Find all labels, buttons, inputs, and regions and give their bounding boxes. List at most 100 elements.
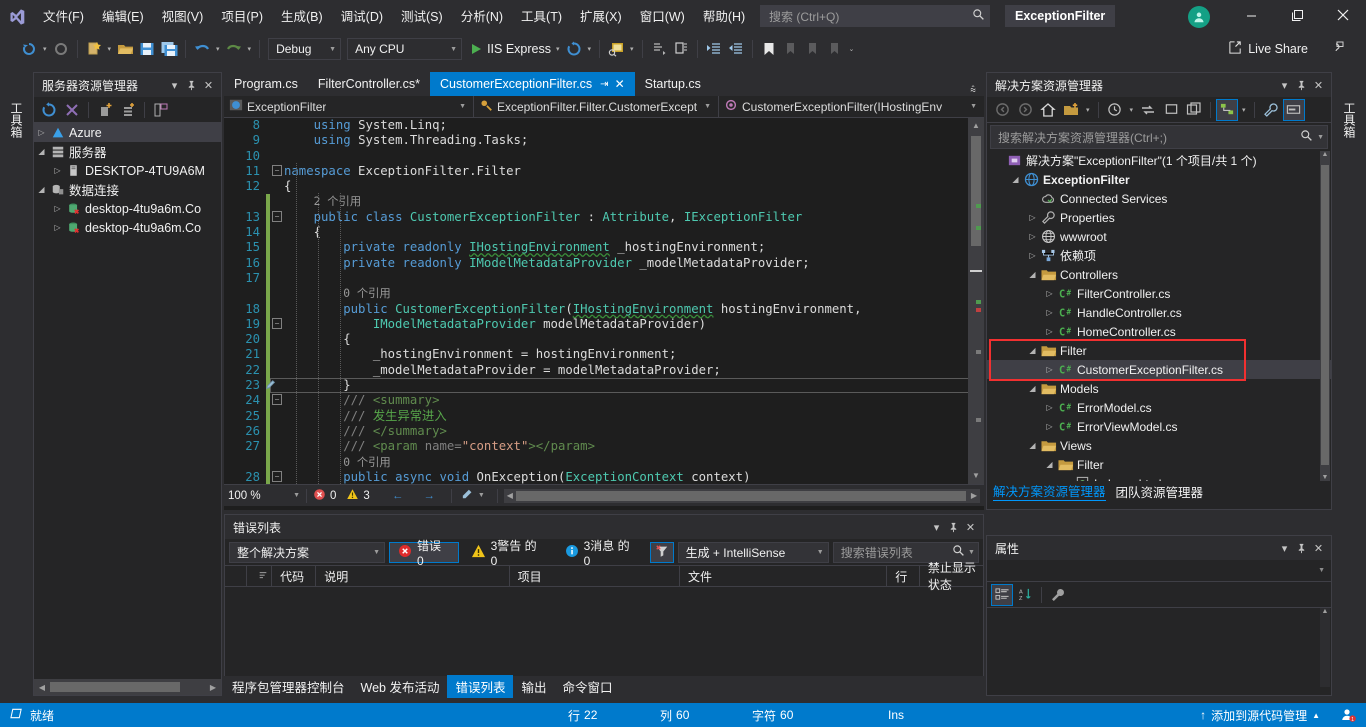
tree-item[interactable]: Connected Services <box>987 189 1331 208</box>
code-lines[interactable]: 8 using System.Linq; 9 using System.Threa… <box>224 118 984 484</box>
code-text[interactable]: { <box>284 332 984 347</box>
chevron-down-icon[interactable]: ▾ <box>1127 106 1137 114</box>
toolbox-vertical-tab[interactable]: 工具箱 <box>0 72 33 168</box>
tree-item-azure[interactable]: ▷ Azure <box>34 123 221 142</box>
scroll-left-icon[interactable]: ◀ <box>504 491 516 500</box>
editor-hscrollbar[interactable]: ◀ ▶ <box>503 488 980 503</box>
code-text[interactable]: public class CustomerExceptionFilter : A… <box>284 210 984 225</box>
tree-item-db-2[interactable]: ▷ desktop-4tu9a6m.Co <box>34 218 221 237</box>
toolbox-vertical-tab-right[interactable]: 工具箱 <box>1333 72 1366 168</box>
code-text[interactable]: /// <param name="context"></param> <box>284 439 984 454</box>
pin-icon[interactable]: ⇥ <box>600 79 608 90</box>
start-debugging-play-icon[interactable] <box>465 37 487 61</box>
tree-item[interactable]: ▷ C # HomeController.cs <box>987 322 1331 341</box>
live-preview-dropdown-icon[interactable]: ▾ <box>627 45 637 53</box>
categorized-icon[interactable] <box>991 583 1013 606</box>
code-line[interactable]: 22 _modelMetadataProvider = modelMetadat… <box>224 362 984 379</box>
show-all-files-icon[interactable] <box>1060 99 1082 121</box>
menu-item-debug[interactable]: 调试(D) <box>332 5 392 29</box>
solution-tree-vscrollbar[interactable]: ▲ ▼ <box>1320 151 1330 481</box>
tree-item[interactable]: 解决方案"ExceptionFilter"(1 个项目/共 1 个) <box>987 151 1331 170</box>
close-icon[interactable]: ✕ <box>1310 540 1327 557</box>
properties-icon[interactable] <box>150 99 172 121</box>
close-icon[interactable]: ✕ <box>1310 77 1327 94</box>
chevron-down-icon[interactable]: ▼ <box>478 492 491 499</box>
code-text[interactable]: public CustomerExceptionFilter(IHostingE… <box>284 302 984 317</box>
menu-item-file[interactable]: 文件(F) <box>34 5 93 29</box>
navigate-forward-icon[interactable]: → <box>413 490 445 502</box>
fold-toggle-icon[interactable]: − <box>270 164 284 179</box>
code-text[interactable]: private readonly IHostingEnvironment _ho… <box>284 240 984 255</box>
save-all-icon[interactable] <box>158 37 180 61</box>
redo-icon[interactable] <box>223 37 245 61</box>
editor-tab-startup-cs[interactable]: Startup.cs <box>635 72 711 96</box>
scroll-up-icon[interactable]: ▲ <box>1321 151 1329 158</box>
chevron-down-icon[interactable]: ▾ <box>1083 106 1093 114</box>
code-line[interactable]: 16 private readonly IModelMetadataProvid… <box>224 255 984 271</box>
pending-changes-icon[interactable] <box>1104 99 1126 121</box>
menu-item-tools[interactable]: 工具(T) <box>512 5 571 29</box>
back-icon[interactable] <box>991 99 1013 121</box>
scroll-up-icon[interactable]: ▲ <box>968 118 984 134</box>
editor-vscrollbar[interactable]: ▲ ▼ <box>968 118 984 484</box>
solution-explorer-search[interactable]: 搜索解决方案资源管理器(Ctrl+;) ▼ <box>990 125 1328 149</box>
chevron-down-icon[interactable]: ▾ <box>1276 77 1293 94</box>
errors-toggle[interactable]: 错误 0 <box>389 539 459 568</box>
collapse-all-icon[interactable] <box>1183 99 1205 121</box>
code-text[interactable]: /// <summary> <box>284 393 984 408</box>
tree-item-desktop[interactable]: ▷ DESKTOP-4TU9A6M <box>34 161 221 180</box>
fold-toggle-icon[interactable]: − <box>270 470 284 484</box>
navigate-back-icon[interactable]: ← <box>382 490 414 502</box>
save-icon[interactable] <box>136 37 158 61</box>
indent-increase-icon[interactable] <box>703 37 725 61</box>
close-icon[interactable]: ✕ <box>200 77 217 94</box>
refresh-icon[interactable] <box>38 99 60 121</box>
chevron-right-icon[interactable]: ▷ <box>1042 308 1057 317</box>
chevron-right-icon[interactable]: ▷ <box>1025 251 1040 260</box>
code-line[interactable]: 18 public CustomerExceptionFilter(IHosti… <box>224 301 984 317</box>
column-header-line[interactable]: 行 <box>887 565 920 587</box>
preview-selected-items-icon[interactable] <box>1282 98 1305 121</box>
scroll-down-icon[interactable]: ▼ <box>1321 474 1329 481</box>
navigate-backward-icon[interactable] <box>18 37 40 61</box>
editor-tab-filtercontroller-cs[interactable]: FilterController.cs* <box>308 72 430 96</box>
status-source-control[interactable]: ↑ 添加到源代码管理 ▲ <box>1200 707 1320 724</box>
chevron-right-icon[interactable]: ▷ <box>1042 327 1057 336</box>
tree-item[interactable]: ▷ C # FilterController.cs <box>987 284 1331 303</box>
home-icon[interactable] <box>1037 99 1059 121</box>
tab-overflow-icon[interactable]: ⩯ <box>962 85 984 96</box>
menu-item-edit[interactable]: 编辑(E) <box>93 5 153 29</box>
tree-item[interactable]: ◢ Filter <box>987 455 1331 474</box>
editor-tab-program-cs[interactable]: Program.cs <box>224 72 308 96</box>
toolbar-overflow-icon[interactable]: ⌄ <box>846 45 858 53</box>
navbar-project-combo[interactable]: ExceptionFilter ▼ <box>224 95 474 118</box>
add-connection-icon[interactable] <box>117 99 139 121</box>
code-line[interactable]: 19− IModelMetadataProvider modelMetadata… <box>224 316 984 333</box>
chevron-down-icon[interactable]: ◢ <box>1025 346 1040 355</box>
warnings-toggle[interactable]: 3警告 的 0 <box>463 539 553 568</box>
menu-item-analyze[interactable]: 分析(N) <box>452 5 512 29</box>
hot-reload-icon[interactable] <box>563 37 585 61</box>
filter-toggle[interactable] <box>649 541 674 563</box>
tree-item-servers[interactable]: ◢ 服务器 <box>34 142 221 161</box>
code-line[interactable]: 25 /// 发生异常进入 <box>224 408 984 424</box>
scroll-right-icon[interactable]: ▶ <box>968 491 980 500</box>
previous-bookmark-icon[interactable] <box>802 37 824 61</box>
column-header-code[interactable]: 代码 <box>272 565 317 587</box>
chevron-down-icon[interactable]: ▼ <box>965 549 975 556</box>
step-into-icon[interactable] <box>648 37 670 61</box>
chevron-down-icon[interactable]: ◢ <box>1008 175 1023 184</box>
code-text[interactable]: private readonly IModelMetadataProvider … <box>284 256 984 271</box>
column-header-suppression[interactable]: 禁止显示状态 <box>920 561 983 592</box>
code-line[interactable]: 24− /// <summary> <box>224 393 984 409</box>
indent-decrease-icon[interactable] <box>725 37 747 61</box>
chevron-right-icon[interactable]: ▷ <box>1025 232 1040 241</box>
close-icon[interactable]: ✕ <box>615 77 625 91</box>
properties-grid[interactable]: ▲ <box>987 608 1331 687</box>
open-file-icon[interactable] <box>114 37 136 61</box>
property-pages-icon[interactable] <box>1047 584 1069 606</box>
code-text[interactable]: namespace ExceptionFilter.Filter <box>284 164 984 179</box>
column-header-file[interactable]: 文件 <box>680 565 888 587</box>
code-line[interactable]: 0 个引用 <box>224 286 984 302</box>
chevron-right-icon[interactable]: ▷ <box>1042 422 1057 431</box>
